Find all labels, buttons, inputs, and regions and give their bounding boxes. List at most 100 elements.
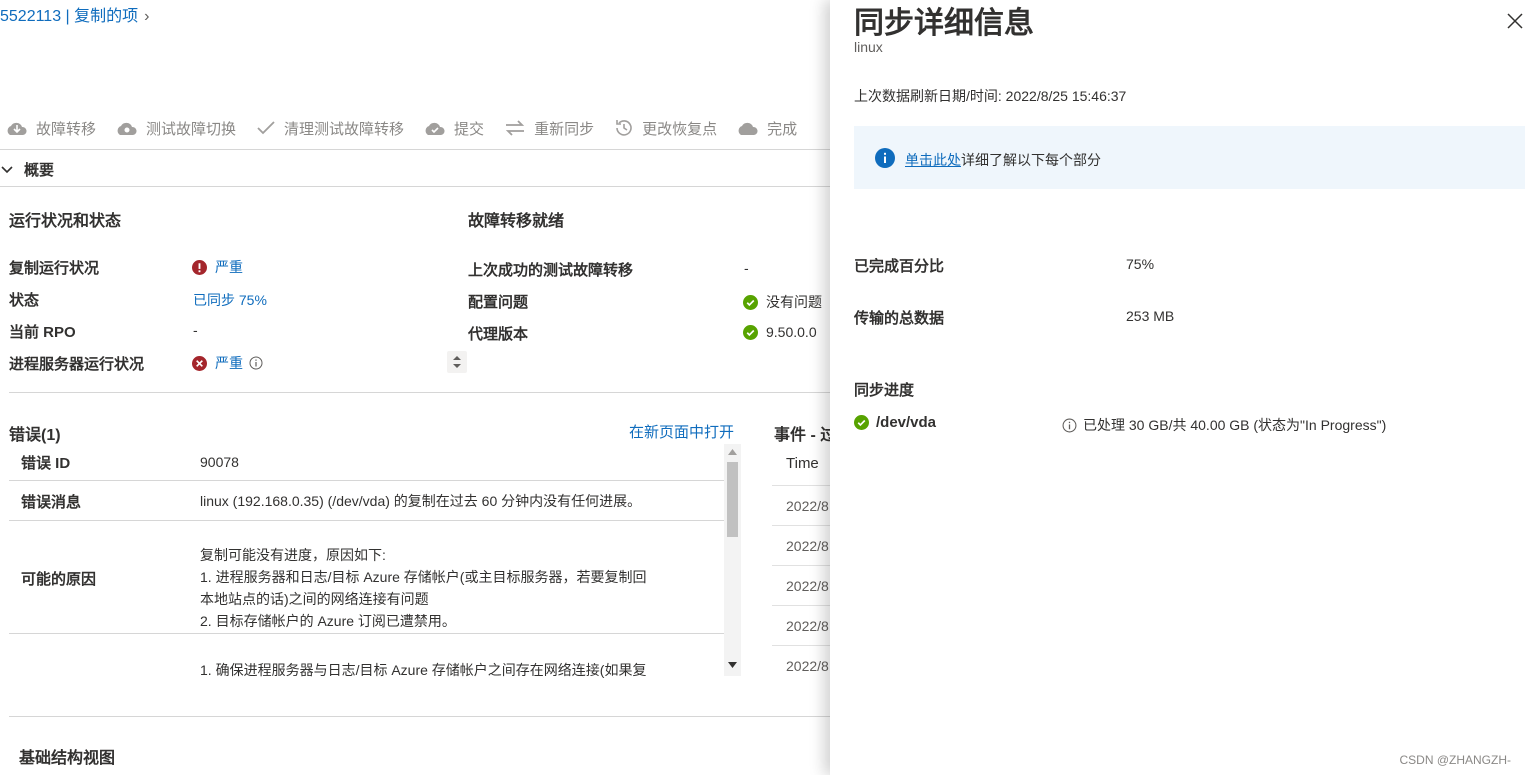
process-server-health-value[interactable]: 严重 (192, 353, 263, 373)
change-recovery-point-label: 更改恢复点 (642, 120, 718, 138)
failover-button[interactable]: 故障转移 (6, 118, 96, 139)
resync-button[interactable]: 重新同步 (504, 118, 594, 139)
table-row: 错误消息 linux (192.168.0.35) (/dev/vda) 的复制… (9, 481, 724, 521)
replication-health-label: 复制运行状况 (9, 260, 100, 277)
main-content: 5522113 | 复制的项 › 故障转移 测试故障切换 清理测试故障转移 提交 … (0, 0, 830, 775)
history-icon (616, 120, 632, 136)
scroll-down-icon[interactable] (728, 662, 737, 669)
event-time: 2022/8 (786, 658, 829, 674)
close-panel-button[interactable] (1506, 10, 1524, 36)
table-row[interactable]: 2022/8 (772, 485, 830, 526)
current-rpo-label: 当前 RPO (9, 324, 76, 341)
table-row[interactable]: 2022/8 (772, 565, 830, 606)
success-check-icon (743, 294, 758, 310)
cloud-test-icon (117, 122, 137, 135)
change-recovery-point-button[interactable]: 更改恢复点 (614, 118, 717, 139)
error-message-key: 错误消息 (21, 494, 82, 511)
overview-divider (0, 186, 830, 187)
last-test-failover-value: - (744, 260, 749, 276)
resync-icon (505, 120, 525, 136)
check-icon (257, 121, 275, 135)
process-server-health-label: 进程服务器运行状况 (9, 356, 145, 373)
disk-name: /dev/vda (876, 414, 937, 431)
error-id-key: 错误 ID (21, 455, 71, 472)
commit-label: 提交 (454, 120, 485, 138)
table-row: 可能的原因 复制可能没有进度，原因如下: 1. 进程服务器和日志/目标 Azur… (9, 521, 724, 634)
sync-progress-title: 同步进度 (854, 382, 915, 399)
config-issues-label: 配置问题 (468, 294, 529, 311)
disk-progress-row: /dev/vda (854, 414, 936, 431)
cause-line: 本地站点的话)之间的网络连接有问题 (200, 591, 429, 607)
table-row[interactable]: 2022/8 (772, 605, 830, 646)
events-title: 事件 - 过 (774, 427, 830, 444)
events-time-header[interactable]: Time (786, 455, 819, 472)
last-test-failover-label: 上次成功的测试故障转移 (468, 262, 634, 279)
disk-status-text: 已处理 30 GB/共 40.00 GB (状态为"In Progress") (1083, 417, 1387, 433)
health-divider (9, 392, 830, 393)
open-in-new-page-link[interactable]: 在新页面中打开 (629, 421, 734, 442)
complete-migration-button[interactable]: 完成 (737, 118, 797, 139)
last-refresh-text: 上次数据刷新日期/时间: 2022/8/25 15:46:37 (854, 88, 1127, 104)
test-failover-button[interactable]: 测试故障切换 (116, 118, 236, 139)
breadcrumb-text[interactable]: 5522113 | 复制的项 (0, 8, 138, 25)
chevron-down-icon (1, 165, 13, 173)
percent-complete-label: 已完成百分比 (854, 258, 945, 275)
click-here-link[interactable]: 单击此处 (905, 152, 961, 168)
info-circle-icon[interactable] (1062, 418, 1077, 433)
info-banner-text: 单击此处详细了解以下每个部分 (905, 150, 1101, 170)
cleanup-test-failover-label: 清理测试故障转移 (284, 120, 405, 138)
table-row: 1. 确保进程服务器与日志/目标 Azure 存储帐户之间存在网络连接(如果复 (9, 634, 724, 678)
errors-title: 错误(1) (9, 427, 61, 444)
commit-button[interactable]: 提交 (424, 118, 484, 139)
watermark: CSDN @ZHANGZH- (1399, 753, 1511, 767)
event-time: 2022/8 (786, 618, 829, 634)
scrollbar-thumb[interactable] (727, 462, 738, 537)
possible-causes-value: 复制可能没有进度，原因如下: 1. 进程服务器和日志/目标 Azure 存储帐户… (200, 544, 720, 632)
scroll-up-icon[interactable] (728, 448, 737, 455)
success-check-icon (854, 415, 869, 430)
sync-details-panel: 同步详细信息 linux 上次数据刷新日期/时间: 2022/8/25 15:4… (830, 0, 1525, 775)
overview-label: 概要 (24, 162, 55, 179)
cleanup-test-failover-button[interactable]: 清理测试故障转移 (256, 118, 404, 139)
event-time: 2022/8 (786, 578, 829, 594)
table-row[interactable]: 2022/8 (772, 645, 830, 686)
config-issues-value: 没有问题 (743, 292, 822, 312)
agent-version-value: 9.50.0.0 (743, 324, 817, 340)
test-failover-label: 测试故障切换 (146, 120, 237, 138)
disk-status: 已处理 30 GB/共 40.00 GB (状态为"In Progress") (1062, 415, 1386, 435)
process-server-health-text[interactable]: 严重 (215, 353, 243, 373)
cause-line: 复制可能没有进度，原因如下: (200, 547, 386, 563)
info-banner: 单击此处详细了解以下每个部分 (854, 126, 1525, 189)
replication-health-text[interactable]: 严重 (215, 257, 243, 277)
error-x-icon (192, 355, 207, 371)
errors-table: 错误 ID 90078 错误消息 linux (192.168.0.35) (/… (9, 444, 743, 678)
current-rpo-value: - (193, 322, 198, 338)
info-icon (875, 148, 895, 168)
total-transferred-value: 253 MB (1126, 308, 1175, 324)
panel-subtitle: linux (854, 39, 883, 55)
event-time: 2022/8 (786, 498, 829, 514)
errors-scrollbar[interactable] (724, 444, 741, 676)
toolbar-divider (0, 149, 830, 150)
agent-version-text: 9.50.0.0 (766, 324, 817, 340)
command-toolbar: 故障转移 测试故障切换 清理测试故障转移 提交 重新同步 更改恢复点 完成 (6, 116, 817, 140)
status-sync-link[interactable]: 已同步 75% (193, 290, 267, 310)
total-transferred-label: 传输的总数据 (854, 310, 945, 327)
overview-toggle[interactable]: 概要 (0, 159, 54, 180)
cloud-commit-icon (425, 122, 445, 135)
error-exclamation-icon (192, 259, 207, 275)
section-scroll-stepper[interactable] (447, 351, 467, 373)
table-row: 错误 ID 90078 (9, 444, 724, 481)
info-banner-description: 详细了解以下每个部分 (961, 152, 1101, 168)
breadcrumb[interactable]: 5522113 | 复制的项 › (0, 2, 149, 26)
cloud-complete-icon (738, 122, 758, 135)
info-circle-icon[interactable] (249, 356, 263, 370)
table-row[interactable]: 2022/8 (772, 525, 830, 566)
errors-divider (9, 716, 830, 717)
close-icon (1507, 13, 1523, 29)
error-id-value: 90078 (200, 454, 239, 470)
stepper-arrows-icon (453, 356, 461, 368)
event-time: 2022/8 (786, 538, 829, 554)
failover-readiness-title: 故障转移就绪 (468, 213, 565, 230)
replication-health-value[interactable]: 严重 (192, 257, 243, 277)
